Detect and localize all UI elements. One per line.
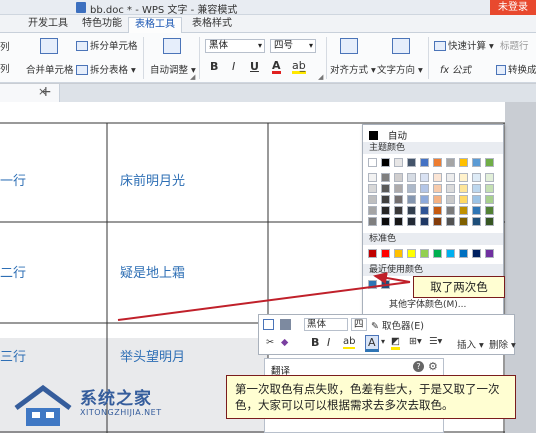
callout-picked-twice: 取了两次色 [413,276,505,298]
watermark-name: 系统之家 [80,389,152,409]
house-logo-icon [14,384,72,426]
annotation-arrow [117,272,411,321]
watermark-url: XITONGZHIJIA.NET [80,408,162,417]
watermark-logo: 系统之家 XITONGZHIJIA.NET [0,378,170,433]
callout-note: 第一次取色有点失败，色差有些大，于是又取了一次色，大家可以可以根据需求去多次去取… [226,375,516,419]
